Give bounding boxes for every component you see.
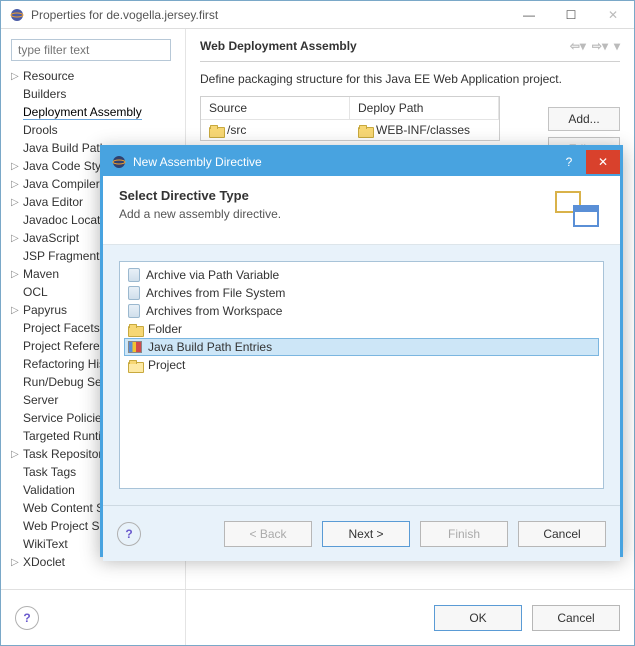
- folder-icon: [128, 324, 142, 335]
- tree-item-label: OCL: [23, 285, 48, 299]
- col-source[interactable]: Source: [201, 97, 350, 119]
- tree-item-label: Resource: [23, 69, 74, 83]
- wizard-help-button[interactable]: ?: [117, 522, 141, 546]
- wizard-heading: Select Directive Type: [119, 188, 281, 203]
- modal-close-button[interactable]: ✕: [586, 150, 620, 174]
- list-item-label: Project: [148, 358, 185, 372]
- dialog-bottom-bar: ? OK Cancel: [1, 589, 634, 645]
- expand-arrow-icon[interactable]: ▷: [11, 197, 23, 208]
- expand-arrow-icon[interactable]: ▷: [11, 233, 23, 244]
- expand-arrow-icon[interactable]: ▷: [11, 179, 23, 190]
- window-controls: — ☐ ✕: [508, 4, 634, 26]
- wizard-header: Select Directive Type Add a new assembly…: [103, 176, 620, 245]
- directive-type-list[interactable]: Archive via Path Variable Archives from F…: [119, 261, 604, 489]
- nav-arrows: ⇦▾ ⇨▾ ▾: [570, 39, 620, 53]
- cell-deploy: WEB-INF/classes: [376, 123, 470, 137]
- wizard-footer: ? < Back Next > Finish Cancel: [103, 505, 620, 561]
- tree-item-label: JSP Fragment: [23, 249, 99, 263]
- minimize-button[interactable]: —: [508, 4, 550, 26]
- ok-button[interactable]: OK: [434, 605, 522, 631]
- add-button[interactable]: Add...: [548, 107, 620, 131]
- expand-arrow-icon[interactable]: ▷: [11, 161, 23, 172]
- tree-item-label: Service Policies: [23, 411, 108, 425]
- tree-item-label: Deployment Assembly: [23, 105, 142, 120]
- tree-item-label: Papyrus: [23, 303, 67, 317]
- expand-arrow-icon[interactable]: ▷: [11, 305, 23, 316]
- tree-item-label: Java Compiler: [23, 177, 100, 191]
- close-button[interactable]: ✕: [592, 4, 634, 26]
- tree-item[interactable]: ▷Drools: [7, 121, 179, 139]
- list-item[interactable]: Project: [124, 356, 599, 374]
- expand-arrow-icon[interactable]: ▷: [11, 269, 23, 280]
- list-item[interactable]: Java Build Path Entries: [124, 338, 599, 356]
- tree-item[interactable]: ▷Deployment Assembly: [7, 103, 179, 121]
- modal-title: New Assembly Directive: [133, 155, 262, 169]
- tree-item-label: Project Facets: [23, 321, 100, 335]
- back-button: < Back: [224, 521, 312, 547]
- page-heading: Web Deployment Assembly: [200, 39, 357, 53]
- list-item[interactable]: Archive via Path Variable: [124, 266, 599, 284]
- maximize-button[interactable]: ☐: [550, 4, 592, 26]
- list-item[interactable]: Archives from Workspace: [124, 302, 599, 320]
- titlebar: Properties for de.vogella.jersey.first —…: [1, 1, 634, 29]
- cancel-button[interactable]: Cancel: [532, 605, 620, 631]
- list-item-label: Archives from Workspace: [146, 304, 282, 318]
- col-deploy[interactable]: Deploy Path: [350, 97, 499, 119]
- eclipse-icon: [9, 7, 25, 23]
- filter-input[interactable]: [11, 39, 171, 61]
- jar-icon: [128, 286, 140, 300]
- library-icon: [128, 341, 142, 353]
- folder-icon: [209, 125, 223, 136]
- window-title: Properties for de.vogella.jersey.first: [31, 8, 218, 22]
- eclipse-icon: [111, 154, 127, 170]
- tree-item-label: Java Code Style: [23, 159, 110, 173]
- tree-item-label: Task Tags: [23, 465, 76, 479]
- jar-icon: [128, 304, 140, 318]
- list-item-label: Archive via Path Variable: [146, 268, 279, 282]
- tree-item-label: XDoclet: [23, 555, 65, 569]
- cell-source: /src: [227, 123, 246, 137]
- tree-item-label: Task Repository: [23, 447, 108, 461]
- list-item[interactable]: Archives from File System: [124, 284, 599, 302]
- tree-item-label: WikiText: [23, 537, 68, 551]
- back-arrow-icon[interactable]: ⇦▾: [570, 39, 586, 53]
- finish-button: Finish: [420, 521, 508, 547]
- tree-item-label: Server: [23, 393, 58, 407]
- table-row[interactable]: /src WEB-INF/classes: [201, 120, 499, 140]
- tree-item-label: JavaScript: [23, 231, 79, 245]
- folder-open-icon: [128, 360, 142, 371]
- modal-titlebar: New Assembly Directive ? ✕: [103, 148, 620, 176]
- jar-icon: [128, 268, 140, 282]
- new-assembly-directive-dialog: New Assembly Directive ? ✕ Select Direct…: [100, 145, 623, 557]
- tree-item-label: Builders: [23, 87, 66, 101]
- folder-icon: [358, 125, 372, 136]
- tree-item[interactable]: ▷Builders: [7, 85, 179, 103]
- tree-item-label: Drools: [23, 123, 58, 137]
- tree-item-label: Maven: [23, 267, 59, 281]
- help-button[interactable]: ?: [15, 606, 39, 630]
- expand-arrow-icon[interactable]: ▷: [11, 71, 23, 82]
- next-button[interactable]: Next >: [322, 521, 410, 547]
- wizard-subheading: Add a new assembly directive.: [119, 207, 281, 221]
- menu-arrow-icon[interactable]: ▾: [614, 39, 620, 53]
- page-description: Define packaging structure for this Java…: [200, 72, 620, 86]
- wizard-cancel-button[interactable]: Cancel: [518, 521, 606, 547]
- expand-arrow-icon[interactable]: ▷: [11, 449, 23, 460]
- list-item-label: Archives from File System: [146, 286, 285, 300]
- forward-arrow-icon[interactable]: ⇨▾: [592, 39, 608, 53]
- modal-help-button[interactable]: ?: [552, 150, 586, 174]
- wizard-body: Archive via Path Variable Archives from F…: [103, 245, 620, 505]
- tree-item[interactable]: ▷Resource: [7, 67, 179, 85]
- tree-item-label: Java Editor: [23, 195, 83, 209]
- tree-item-label: Java Build Path: [23, 141, 106, 155]
- list-item-label: Java Build Path Entries: [148, 340, 272, 354]
- list-item[interactable]: Folder: [124, 320, 599, 338]
- assembly-table[interactable]: Source Deploy Path /src WEB-INF/classes: [200, 96, 500, 141]
- expand-arrow-icon[interactable]: ▷: [11, 557, 23, 568]
- wizard-icon: [552, 188, 604, 232]
- list-item-label: Folder: [148, 322, 182, 336]
- tree-item-label: Validation: [23, 483, 75, 497]
